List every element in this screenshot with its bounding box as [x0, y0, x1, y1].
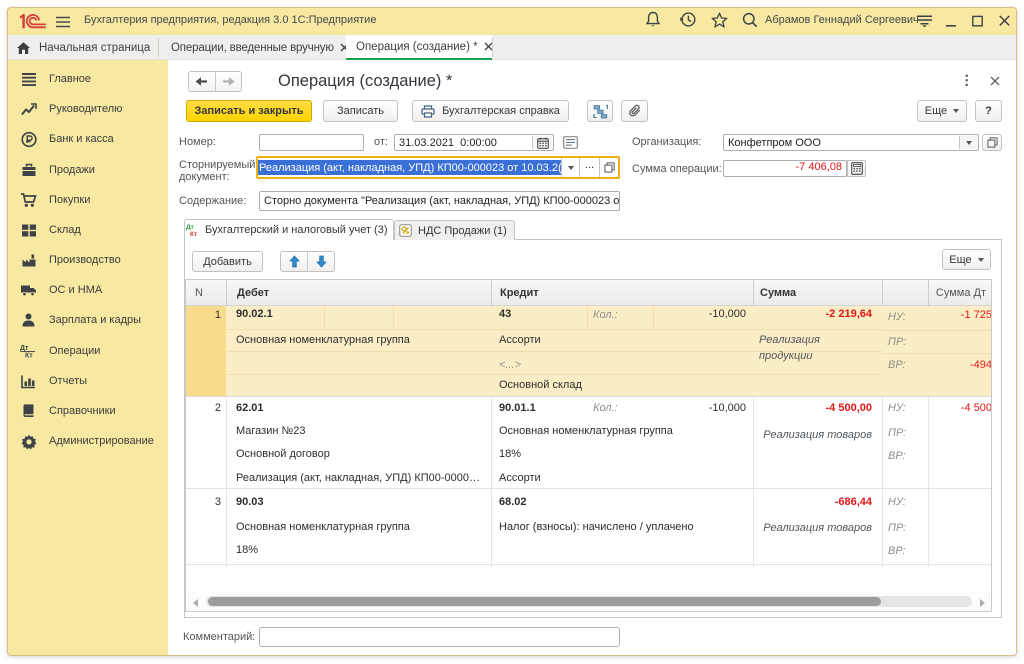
svg-text:Дт: Дт	[20, 345, 29, 352]
svg-text:Кт: Кт	[25, 353, 33, 359]
svg-text:Кт: Кт	[190, 231, 197, 237]
svg-text:Дт: Дт	[186, 224, 194, 231]
